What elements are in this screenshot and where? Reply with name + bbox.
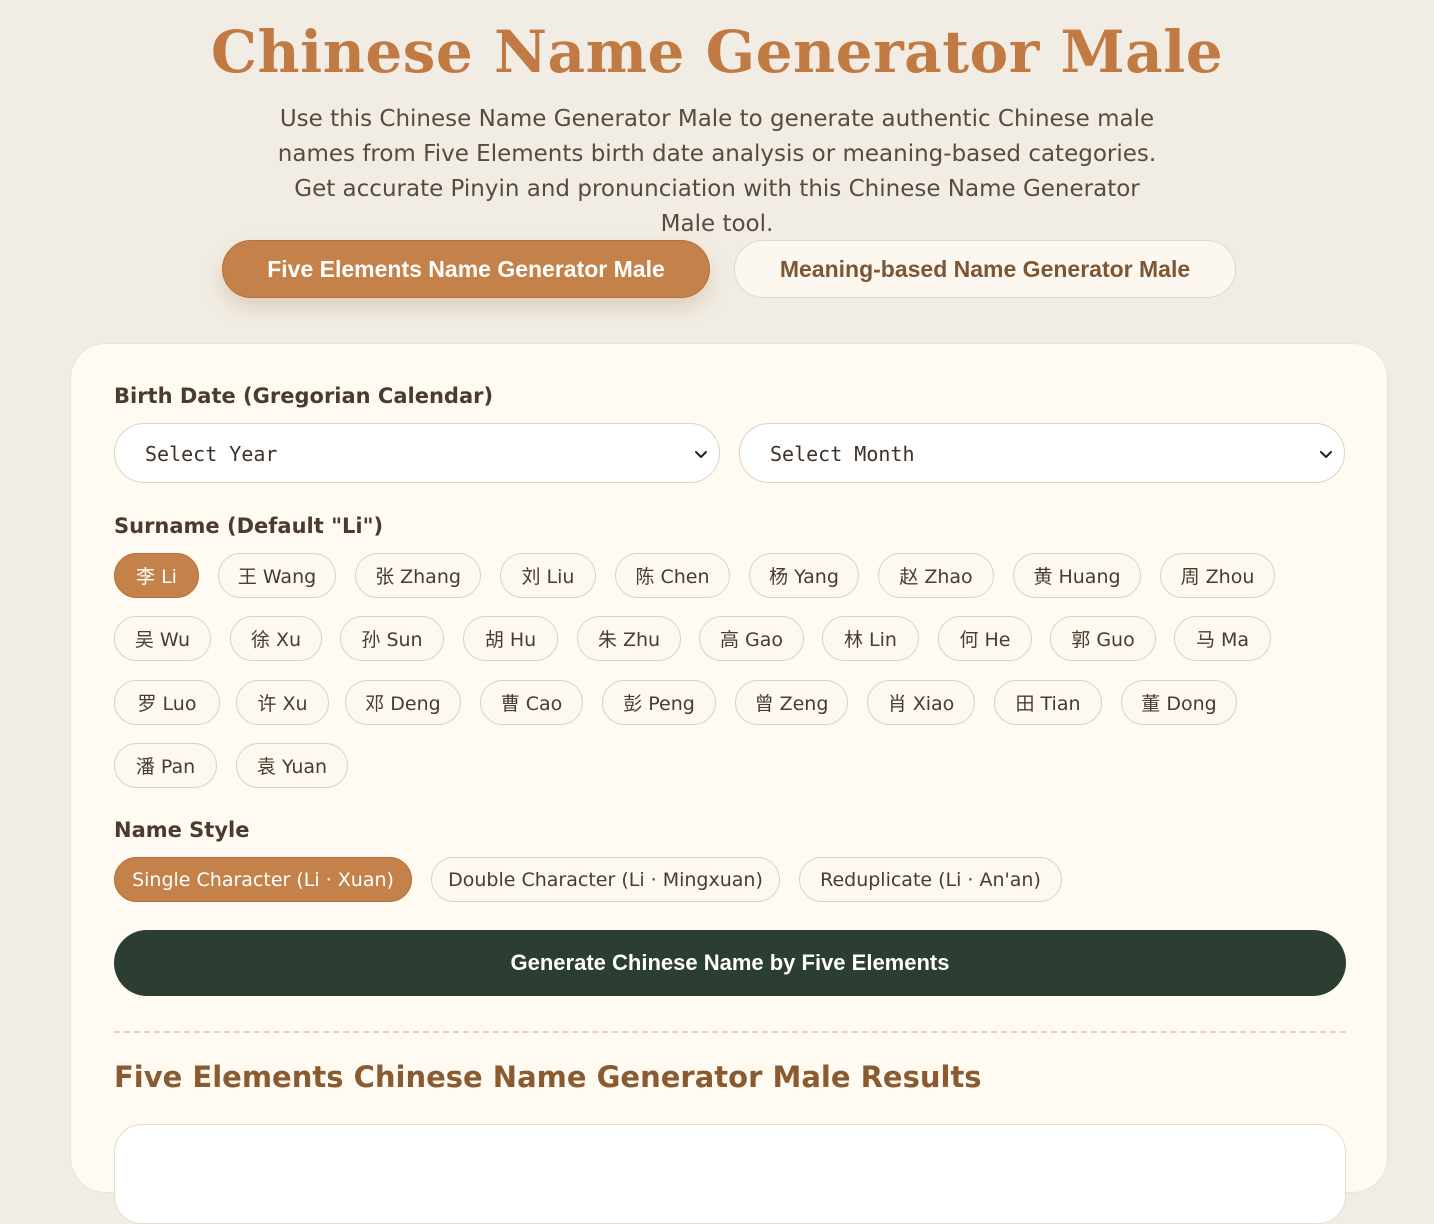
surname-chip-li[interactable]: 李 Li [114, 553, 199, 598]
style-single-character[interactable]: Single Character (Li · Xuan) [114, 857, 412, 902]
surname-chip-lin[interactable]: 林 Lin [822, 616, 919, 661]
month-select[interactable]: Select Month [739, 423, 1345, 483]
surname-chip-pan[interactable]: 潘 Pan [114, 743, 217, 788]
surname-chip-wang[interactable]: 王 Wang [218, 553, 336, 598]
chevron-down-icon [695, 451, 707, 458]
surname-chip-zeng[interactable]: 曾 Zeng [735, 680, 848, 725]
surname-chip-xiao[interactable]: 肖 Xiao [867, 680, 975, 725]
generator-card: Birth Date (Gregorian Calendar) Select Y… [70, 343, 1388, 1224]
surname-chip-xu-2[interactable]: 许 Xu [236, 680, 329, 725]
surname-chip-zhang[interactable]: 张 Zhang [355, 553, 481, 598]
surname-chip-zhao[interactable]: 赵 Zhao [878, 553, 994, 598]
surname-chip-xu[interactable]: 徐 Xu [230, 616, 322, 661]
month-select-value: Select Month [770, 442, 915, 466]
surname-chip-sun[interactable]: 孙 Sun [340, 616, 444, 661]
surname-chip-yuan[interactable]: 袁 Yuan [236, 743, 348, 788]
surname-chip-zhou[interactable]: 周 Zhou [1160, 553, 1275, 598]
birth-date-label: Birth Date (Gregorian Calendar) [114, 384, 494, 408]
surname-chip-gao[interactable]: 高 Gao [699, 616, 804, 661]
surname-chip-hu[interactable]: 胡 Hu [463, 616, 558, 661]
generate-button[interactable]: Generate Chinese Name by Five Elements [114, 930, 1346, 996]
surname-chip-he[interactable]: 何 He [938, 616, 1032, 661]
surname-chip-luo[interactable]: 罗 Luo [114, 680, 220, 725]
surname-chip-tian[interactable]: 田 Tian [994, 680, 1102, 725]
chevron-down-icon [1320, 451, 1332, 458]
tab-meaning-based[interactable]: Meaning-based Name Generator Male [734, 240, 1236, 298]
surname-chip-peng[interactable]: 彭 Peng [602, 680, 716, 725]
page-description: Use this Chinese Name Generator Male to … [277, 106, 1157, 237]
year-select-value: Select Year [145, 442, 278, 466]
results-title: Five Elements Chinese Name Generator Mal… [114, 1060, 982, 1094]
surname-chip-wu[interactable]: 吴 Wu [114, 616, 211, 661]
style-double-character[interactable]: Double Character (Li · Mingxuan) [431, 857, 780, 902]
surname-chip-liu[interactable]: 刘 Liu [500, 553, 596, 598]
surname-chip-huang[interactable]: 黄 Huang [1013, 553, 1141, 598]
results-panel [114, 1124, 1346, 1224]
year-select[interactable]: Select Year [114, 423, 720, 483]
surname-chip-chen[interactable]: 陈 Chen [615, 553, 730, 598]
tab-five-elements[interactable]: Five Elements Name Generator Male [222, 240, 710, 298]
name-style-label: Name Style [114, 818, 250, 842]
surname-chip-cao[interactable]: 曹 Cao [480, 680, 583, 725]
surname-chip-yang[interactable]: 杨 Yang [749, 553, 859, 598]
surname-chip-deng[interactable]: 邓 Deng [345, 680, 461, 725]
surname-label: Surname (Default "Li") [114, 514, 384, 538]
surname-chip-dong[interactable]: 董 Dong [1121, 680, 1237, 725]
style-reduplicate[interactable]: Reduplicate (Li · An'an) [799, 857, 1062, 902]
page-title: Chinese Name Generator Male [210, 18, 1224, 86]
surname-chip-ma[interactable]: 马 Ma [1174, 616, 1271, 661]
divider [114, 1031, 1346, 1033]
surname-chip-guo[interactable]: 郭 Guo [1050, 616, 1156, 661]
surname-chip-zhu[interactable]: 朱 Zhu [577, 616, 681, 661]
